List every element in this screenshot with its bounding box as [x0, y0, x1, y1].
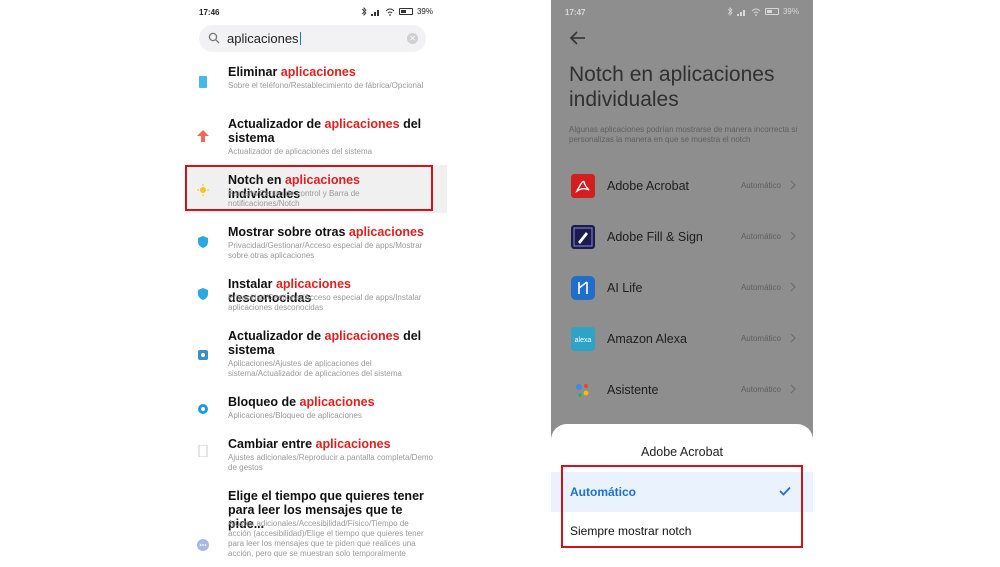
- app-row[interactable]: Adobe Fill & Sign Automático: [551, 217, 813, 257]
- chevron-right-icon: [790, 180, 796, 190]
- chevron-right-icon: [790, 282, 796, 292]
- wifi-icon: [751, 8, 761, 16]
- battery-level: 39%: [416, 7, 433, 16]
- status-time: 17:47: [565, 8, 586, 17]
- settings-search-screen: 17:46 39% aplicaciones ✕ Eliminar aplica…: [185, 0, 447, 567]
- result-breadcrumb: Sobre el teléfono/Restablecimiento de fá…: [228, 81, 424, 90]
- chevron-right-icon: [790, 231, 796, 241]
- adobe-fill-sign-icon: [571, 225, 595, 249]
- result-breadcrumb: Ajustes adicionales/Reproducir a pantall…: [228, 453, 433, 472]
- search-bar[interactable]: aplicaciones ✕: [199, 25, 426, 52]
- result-title-highlight: aplicaciones: [348, 225, 424, 239]
- app-row[interactable]: alexa Amazon Alexa Automático: [551, 319, 813, 359]
- result-title-highlight: aplicaciones: [324, 117, 400, 131]
- page-description: Algunas aplicaciones podrían mostrarse d…: [569, 125, 798, 144]
- result-title-highlight: aplicaciones: [315, 437, 391, 451]
- sheet-title: Adobe Acrobat: [640, 445, 723, 459]
- gear-icon: [198, 404, 208, 414]
- result-title: Eliminar aplicaciones: [228, 65, 433, 79]
- text-cursor: [299, 32, 301, 45]
- result-title: Bloqueo de aplicaciones: [228, 395, 433, 409]
- status-bar: 17:46 39%: [185, 0, 447, 24]
- search-icon: [208, 32, 220, 44]
- page-title: Notch en aplicaciones individuales: [569, 63, 775, 111]
- signal-icon: [370, 9, 379, 16]
- ai-life-icon: [571, 276, 595, 300]
- result-title-text: Actualizador de: [228, 117, 325, 131]
- search-query: aplicaciones: [227, 31, 299, 46]
- signal-icon: [736, 9, 745, 16]
- notch-settings-screen: 17:47 39% Notch en aplicaciones individu…: [551, 0, 813, 567]
- app-row[interactable]: AI Life Automático: [551, 268, 813, 308]
- shield-icon: [198, 236, 208, 248]
- result-title: Mostrar sobre otras aplicaciones: [228, 225, 433, 239]
- clear-search-icon[interactable]: ✕: [407, 33, 418, 44]
- result-breadcrumb: Actualizador de aplicaciones del sistema: [228, 147, 373, 156]
- back-arrow-icon[interactable]: [569, 30, 587, 46]
- result-title: Actualizador de aplicaciones del sistema: [228, 117, 433, 145]
- highlight-box-options: [561, 465, 803, 548]
- wifi-icon: [385, 8, 395, 16]
- app-notch-mode: Automático: [740, 181, 781, 190]
- phone-icon: [199, 76, 207, 88]
- assistant-icon: [576, 384, 589, 397]
- alexa-icon: alexa: [571, 327, 595, 351]
- fullscreen-icon: [198, 445, 208, 457]
- result-breadcrumb: Aplicaciones/Bloqueo de aplicaciones: [228, 411, 362, 420]
- result-title-text: Eliminar: [228, 65, 281, 79]
- result-title-text: Bloqueo de: [228, 395, 300, 409]
- bluetooth-icon: [727, 7, 733, 16]
- status-icons: 39%: [361, 7, 433, 16]
- arrow-up-icon: [197, 130, 209, 142]
- result-title: Cambiar entre aplicaciones: [228, 437, 433, 451]
- result-breadcrumb: Privacidad/Gestionar/Acceso especial de …: [228, 293, 422, 312]
- highlight-box-notch-result: [185, 165, 433, 211]
- svg-text:alexa: alexa: [575, 337, 592, 344]
- result-breadcrumb: Privacidad/Gestionar/Acceso especial de …: [228, 241, 423, 260]
- app-row[interactable]: Adobe Acrobat Automático: [551, 166, 813, 206]
- result-title-highlight: aplicaciones: [280, 65, 356, 79]
- adobe-acrobat-icon: [571, 174, 595, 198]
- dots-icon: [197, 539, 209, 551]
- result-breadcrumb: Aplicaciones/Ajustes de aplicaciones del…: [228, 359, 402, 378]
- result-title-highlight: aplicaciones: [324, 329, 400, 343]
- status-time: 17:46: [199, 8, 220, 17]
- result-title-text: Cambiar entre: [228, 437, 316, 451]
- bluetooth-icon: [361, 7, 367, 16]
- chevron-right-icon: [790, 384, 796, 394]
- shield-icon: [198, 288, 208, 300]
- battery-icon: [398, 8, 413, 15]
- app-notch-mode: Automático: [740, 232, 781, 241]
- battery-icon: [764, 8, 779, 15]
- result-breadcrumb: Ajustes adicionales/Accesibilidad/Físico…: [228, 519, 424, 558]
- app-row[interactable]: Asistente Automático: [551, 370, 813, 410]
- search-input[interactable]: aplicaciones: [227, 31, 301, 46]
- settings-square-icon: [198, 350, 208, 360]
- app-name: Amazon Alexa: [607, 332, 687, 346]
- app-name: Adobe Acrobat: [607, 179, 690, 193]
- result-title-highlight: aplicaciones: [275, 277, 351, 291]
- result-title-text: Instalar: [228, 277, 276, 291]
- battery-level: 39%: [782, 7, 799, 16]
- app-name: Asistente: [607, 383, 659, 397]
- result-title-highlight: aplicaciones: [299, 395, 375, 409]
- app-notch-mode: Automático: [740, 385, 781, 394]
- result-title: Actualizador de aplicaciones del sistema: [228, 329, 433, 357]
- app-name: AI Life: [607, 281, 643, 295]
- result-title-text: Actualizador de: [228, 329, 325, 343]
- status-bar: 17:47 39%: [551, 0, 813, 24]
- status-icons: 39%: [727, 7, 799, 16]
- chevron-right-icon: [790, 333, 796, 343]
- app-name: Adobe Fill & Sign: [607, 230, 703, 244]
- result-title-text: Mostrar sobre otras: [228, 225, 349, 239]
- app-notch-mode: Automático: [740, 283, 781, 292]
- app-notch-mode: Automático: [740, 334, 781, 343]
